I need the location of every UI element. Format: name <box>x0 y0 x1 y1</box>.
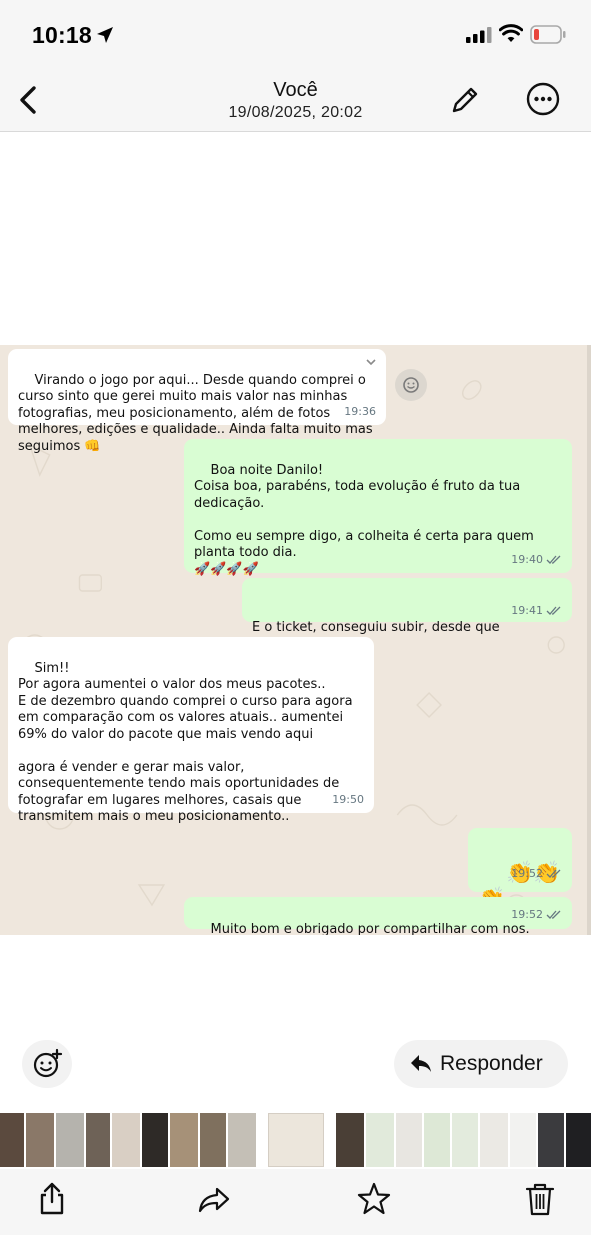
double-check-icon <box>546 910 561 919</box>
thumbnail-strip[interactable] <box>0 1111 591 1169</box>
message-time-text: 19:40 <box>511 552 543 566</box>
wifi-icon <box>499 24 523 42</box>
thumbnail-photo[interactable] <box>142 1113 168 1167</box>
message-bubble-outgoing[interactable]: Boa noite Danilo! Coisa boa, parabéns, t… <box>184 439 572 577</box>
status-time: 10:18 <box>32 22 92 48</box>
thumbnail-photo[interactable] <box>112 1113 140 1167</box>
double-check-icon <box>546 555 561 564</box>
message-text: Sim!! Por agora aumentei o valor dos meu… <box>18 660 353 825</box>
thumbnail-photo[interactable] <box>538 1113 564 1167</box>
thumbnail-current[interactable] <box>268 1113 324 1167</box>
thumbnail-screenshot[interactable] <box>396 1113 422 1167</box>
ellipsis-circle-icon[interactable] <box>526 82 560 116</box>
smiley-plus-icon <box>33 1048 63 1078</box>
message-text: Muito bom e obrigado por compartilhar co… <box>210 921 530 936</box>
message-bubble-outgoing[interactable]: Muito bom e obrigado por compartilhar co… <box>184 897 572 935</box>
thumbnail-photo[interactable] <box>86 1113 110 1167</box>
thumbnail-photo[interactable] <box>336 1113 364 1167</box>
cellular-signal-icon <box>466 27 492 43</box>
message-time: 19:36 <box>344 404 376 418</box>
message-time: 19:50 <box>332 792 364 806</box>
smiley-icon <box>403 377 419 393</box>
share-icon[interactable] <box>35 1181 69 1217</box>
chat-screenshot[interactable]: Virando o jogo por aqui... Desde quando … <box>0 345 591 935</box>
message-bubble-outgoing[interactable]: E o ticket, conseguiu subir, desde que c… <box>242 578 572 652</box>
forward-icon[interactable] <box>197 1181 231 1217</box>
message-time: 19:52 <box>511 907 562 924</box>
reply-arrow-icon <box>411 1055 431 1072</box>
trash-icon[interactable] <box>523 1181 557 1217</box>
reply-label: Responder <box>440 1052 543 1075</box>
thumbnail-photo[interactable] <box>566 1113 591 1167</box>
thumbnail-photo[interactable] <box>228 1113 256 1167</box>
reaction-smiley-icon[interactable] <box>395 369 427 401</box>
thumbnail-screenshot[interactable] <box>366 1113 394 1167</box>
message-time-text: 19:41 <box>511 603 543 617</box>
thumbnail-photo[interactable] <box>26 1113 54 1167</box>
thumbnail-screenshot[interactable] <box>480 1113 508 1167</box>
header-date: 19/08/2025, 20:02 <box>228 104 363 121</box>
message-time-text: 19:52 <box>511 867 543 880</box>
message-time-text: 19:52 <box>511 907 543 921</box>
message-bubble-incoming[interactable]: Sim!! Por agora aumentei o valor dos meu… <box>8 637 374 824</box>
message-bubble-outgoing[interactable]: 👏👏👏 19:52 <box>468 828 572 912</box>
thumbnail-screenshot[interactable] <box>452 1113 478 1167</box>
pencil-icon[interactable] <box>450 85 480 115</box>
battery-low-icon <box>530 25 566 44</box>
header-title: Você <box>273 79 318 101</box>
message-text: Boa noite Danilo! Coisa boa, parabéns, t… <box>194 462 534 577</box>
thumbnail-photo[interactable] <box>200 1113 226 1167</box>
viewer-header: Você 19/08/2025, 20:02 <box>0 70 591 132</box>
star-icon[interactable] <box>357 1181 391 1217</box>
message-bubble-incoming[interactable]: Virando o jogo por aqui... Desde quando … <box>8 349 386 454</box>
bottom-toolbar <box>0 1169 591 1235</box>
chevron-down-icon[interactable] <box>364 355 378 369</box>
location-arrow-icon <box>97 27 113 43</box>
thumbnail-photo[interactable] <box>170 1113 198 1167</box>
message-time: 19:40 <box>511 552 562 569</box>
double-check-icon <box>546 606 561 615</box>
thumbnail-photo[interactable] <box>56 1113 84 1167</box>
message-time: 19:52 <box>511 861 562 887</box>
double-check-icon <box>546 869 561 878</box>
add-sticker-button[interactable] <box>22 1040 72 1088</box>
thumbnail-photo[interactable] <box>0 1113 24 1167</box>
message-time: 19:41 <box>511 603 562 620</box>
reply-button[interactable]: Responder <box>394 1040 568 1088</box>
status-bar: 10:18 <box>0 0 591 70</box>
thumbnail-screenshot[interactable] <box>510 1113 536 1167</box>
thumbnail-screenshot[interactable] <box>424 1113 450 1167</box>
